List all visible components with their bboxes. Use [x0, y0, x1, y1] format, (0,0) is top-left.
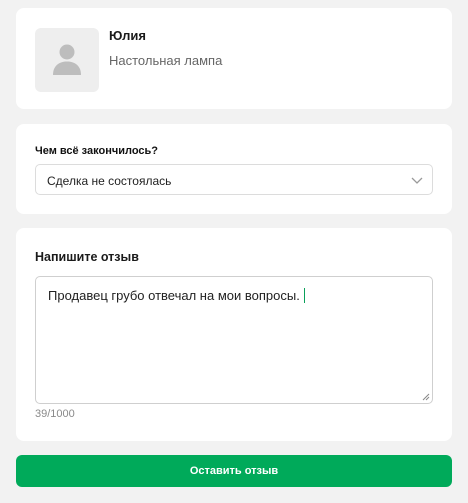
seller-card: Юлия Настольная лампа	[16, 8, 452, 109]
item-title: Настольная лампа	[109, 53, 223, 68]
review-title: Напишите отзыв	[35, 250, 139, 264]
avatar	[35, 28, 99, 92]
text-caret	[303, 288, 305, 303]
submit-review-button[interactable]: Оставить отзыв	[16, 455, 452, 487]
outcome-select[interactable]: Сделка не состоялась	[35, 164, 433, 195]
seller-name: Юлия	[109, 28, 146, 43]
review-text: Продавец грубо отвечал на мои вопросы.	[48, 288, 300, 303]
user-silhouette-icon	[53, 44, 81, 75]
resize-grip-icon[interactable]	[422, 393, 430, 401]
review-card: Напишите отзыв Продавец грубо отвечал на…	[16, 228, 452, 441]
outcome-selected-value: Сделка не состоялась	[47, 174, 172, 188]
outcome-card: Чем всё закончилось? Сделка не состоялас…	[16, 124, 452, 214]
chevron-down-icon	[411, 177, 423, 184]
submit-review-label: Оставить отзыв	[189, 465, 279, 477]
character-counter: 39/1000	[35, 408, 75, 420]
outcome-label: Чем всё закончилось?	[35, 145, 159, 157]
review-textarea[interactable]: Продавец грубо отвечал на мои вопросы.	[35, 276, 433, 404]
